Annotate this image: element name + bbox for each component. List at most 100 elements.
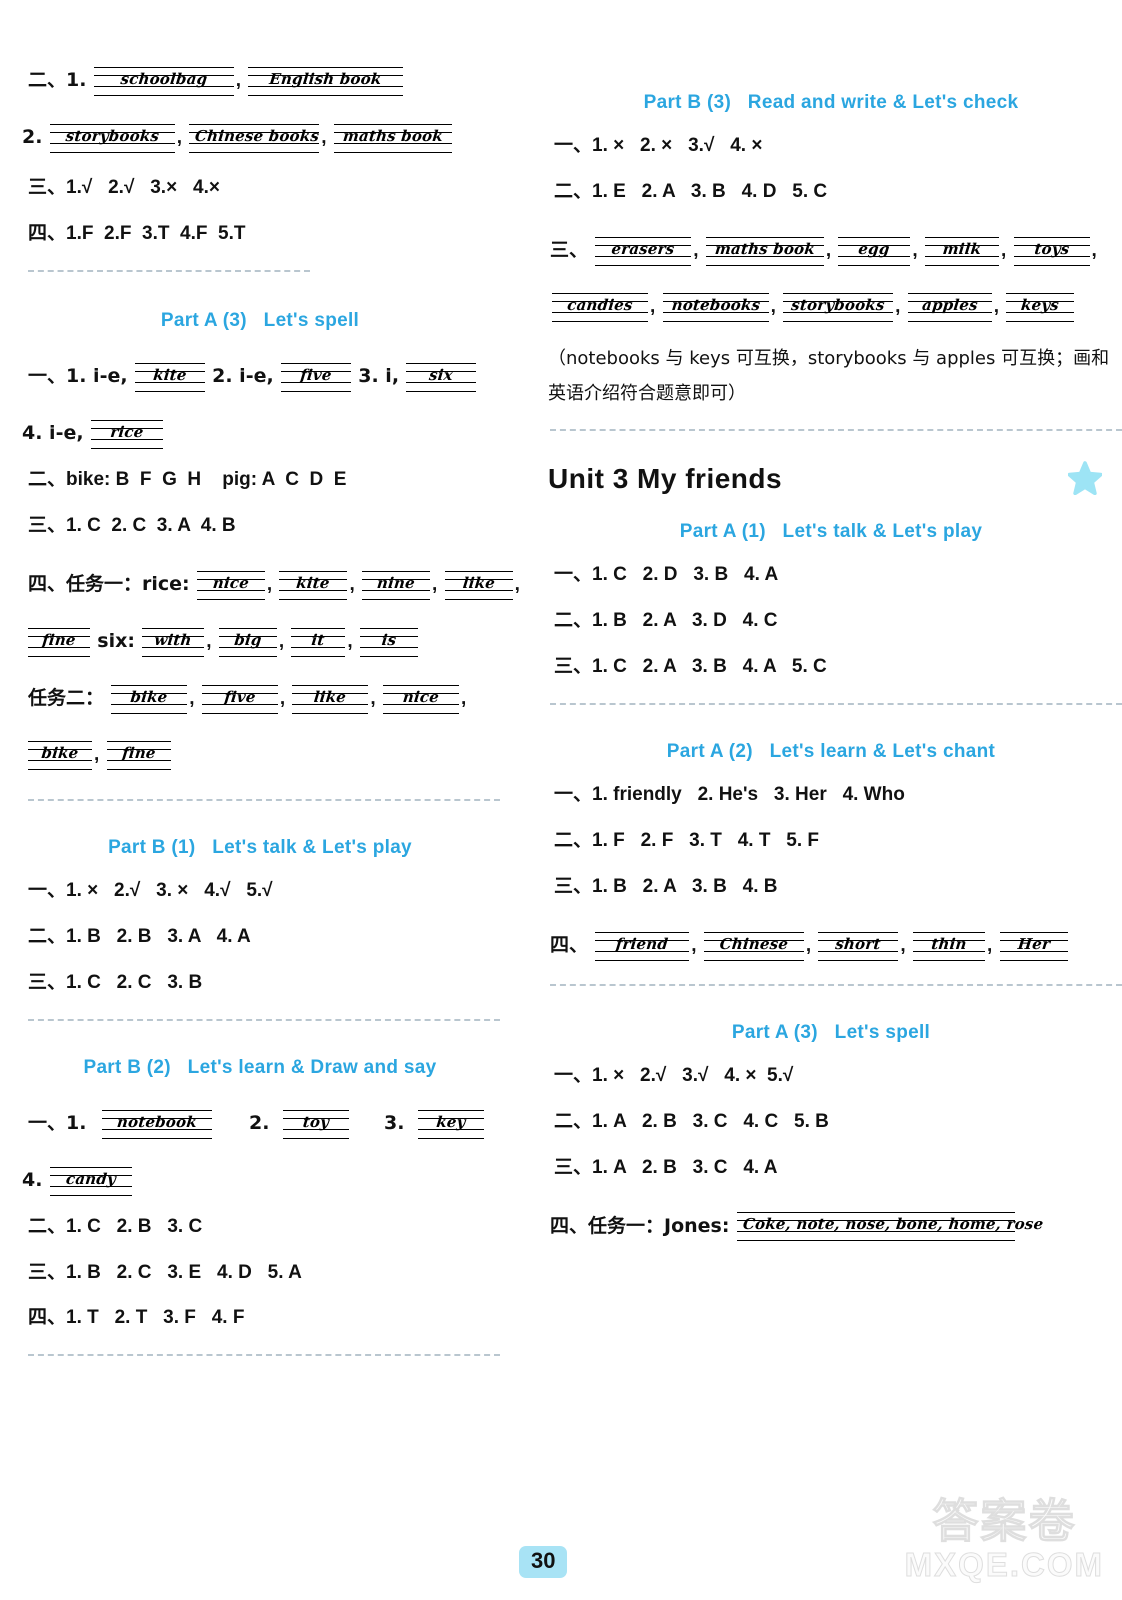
watermark: 答案卷 MXQE.COM: [904, 1494, 1104, 1584]
answer-row: 一、1. × 2.√ 3. × 4.√ 5.√: [28, 879, 273, 901]
left-column: 二、1. schoolbag , English book 2. storybo…: [0, 0, 520, 1357]
answer-label: 2.: [249, 1111, 270, 1134]
handwriting-word: toy: [301, 1112, 330, 1131]
watermark-cn-text: 答案卷: [932, 1494, 1077, 1548]
handwriting-blank: kite: [134, 360, 205, 394]
answer-label: 2.: [22, 126, 43, 148]
handwriting-blank: Coke, note, nose, bone, home, rose: [736, 1209, 1045, 1243]
comma: ,: [770, 295, 776, 317]
handwriting-word: erasers: [610, 239, 676, 258]
section-separator: [28, 1354, 500, 1357]
handwriting-blank: key: [417, 1107, 484, 1141]
answer-row-handwriting: 4. i-e, rice: [0, 411, 520, 456]
handwriting-word: rice: [109, 422, 145, 441]
answer-row: 一、1. C 2. D 3. B 4. A: [554, 564, 779, 586]
answer-row: 三、1. B 2. A 3. B 4. B: [554, 875, 778, 897]
handwriting-word: with: [153, 630, 193, 649]
comma: ,: [235, 70, 242, 91]
answer-row-handwriting: 二、1. schoolbag , English book: [0, 58, 520, 103]
comma: ,: [912, 239, 918, 261]
comma: ,: [1000, 239, 1007, 261]
comma: ,: [1091, 239, 1097, 261]
comma: ,: [993, 295, 999, 317]
handwriting-blank: fine: [106, 738, 171, 772]
handwriting-blank: Chinese books: [189, 121, 320, 155]
handwriting-word: Coke, note, nose, bone, home, rose: [741, 1215, 1045, 1234]
answer-label: 4. i-e,: [22, 421, 84, 444]
answer-row-handwriting: 一、1. i-e, kite 2. i-e, five 3. i, six: [0, 354, 520, 399]
answer-note: （notebooks 与 keys 可互换，storybooks 与 apple…: [548, 347, 1110, 404]
handwriting-blank: erasers: [595, 234, 692, 268]
comma: ,: [650, 295, 656, 317]
handwriting-blank: like: [444, 568, 513, 602]
handwriting-blank: egg: [838, 234, 911, 268]
answer-label: 3. i,: [358, 364, 400, 387]
answer-row: 三、1. C 2. C 3. A 4. B: [28, 514, 236, 536]
answer-row-handwriting: 2. storybooks , Chinese books , maths bo…: [0, 115, 520, 160]
handwriting-word: nine: [376, 573, 416, 592]
handwriting-word: schoolbag: [119, 69, 209, 88]
handwriting-blank: toy: [282, 1107, 349, 1141]
handwriting-blank: maths book: [333, 121, 452, 155]
answer-row-handwriting: 4. candy: [0, 1158, 520, 1203]
answer-row-handwriting: 三、 erasers , maths book , egg , milk , t…: [540, 228, 1122, 273]
comma: ,: [278, 630, 285, 652]
answer-row-handwriting: 四、 friend , Chinese , short , thin , Her: [540, 923, 1122, 968]
handwriting-word: friend: [615, 934, 670, 953]
answer-row: 二、1. B 2. B 3. A 4. A: [28, 925, 251, 947]
comma: ,: [986, 934, 993, 956]
comma: ,: [460, 687, 467, 709]
answer-row-handwriting: 一、1. notebook 2. toy 3. key: [0, 1101, 520, 1146]
handwriting-word: bike: [129, 687, 169, 706]
answer-label: 3.: [384, 1111, 405, 1134]
handwriting-word: like: [313, 687, 348, 706]
handwriting-blank: six: [406, 360, 477, 394]
comma: ,: [176, 127, 183, 148]
answer-row: 三、1. C 2. C 3. B: [28, 971, 203, 993]
answer-label: 二、1.: [28, 69, 87, 91]
handwriting-word: maths book: [341, 126, 444, 145]
handwriting-word: English book: [268, 69, 383, 88]
answer-row: 一、1. friendly 2. He's 3. Her 4. Who: [554, 783, 905, 805]
handwriting-blank: like: [292, 682, 369, 716]
comma: ,: [691, 934, 697, 956]
answer-row-handwriting: 四、任务一：rice: nice , kite , nine , like ,: [0, 562, 520, 607]
comma: ,: [279, 687, 286, 709]
comma: ,: [94, 743, 100, 765]
comma: ,: [321, 127, 327, 148]
handwriting-blank: Chinese: [703, 929, 804, 963]
answer-label: 四、任务一：rice:: [28, 572, 190, 595]
handwriting-word: fine: [120, 743, 157, 762]
handwriting-word: keys: [1020, 295, 1061, 314]
handwriting-blank: rice: [90, 417, 163, 451]
comma: ,: [349, 573, 355, 595]
handwriting-word: is: [380, 630, 398, 649]
handwriting-blank: big: [218, 625, 277, 659]
answer-label: 三、: [550, 238, 589, 261]
handwriting-word: kite: [295, 573, 332, 592]
handwriting-blank: five: [280, 360, 351, 394]
answer-label: 4.: [22, 1168, 43, 1191]
answer-row: 二、1. A 2. B 3. C 4. C 5. B: [554, 1110, 829, 1132]
unit-title: Unit 3 My friends: [540, 461, 1122, 496]
answer-label: 四、: [550, 933, 589, 956]
answer-row: 三、1. B 2. C 3. E 4. D 5. A: [28, 1261, 302, 1283]
handwriting-word: key: [435, 1112, 467, 1131]
comma: ,: [347, 630, 353, 652]
comma: ,: [189, 687, 195, 709]
handwriting-word: maths book: [713, 239, 816, 258]
handwriting-blank: bike: [111, 682, 188, 716]
answer-row: 三、1. C 2. A 3. B 4. A 5. C: [554, 655, 827, 677]
answer-label: 任务二：: [28, 686, 105, 709]
comma: ,: [825, 239, 832, 261]
handwriting-word: toys: [1033, 239, 1070, 258]
comma: ,: [206, 630, 212, 652]
handwriting-blank: short: [818, 929, 899, 963]
answer-row: 二、1. E 2. A 3. B 4. D 5. C: [554, 180, 828, 202]
answer-row-handwriting: candies , notebooks , storybooks , apple…: [540, 285, 1122, 329]
handwriting-blank: candy: [49, 1164, 132, 1198]
comma: ,: [432, 573, 438, 595]
handwriting-blank: schoolbag: [93, 64, 234, 98]
handwriting-blank: notebook: [101, 1107, 212, 1141]
handwriting-word: storybooks: [64, 126, 160, 145]
